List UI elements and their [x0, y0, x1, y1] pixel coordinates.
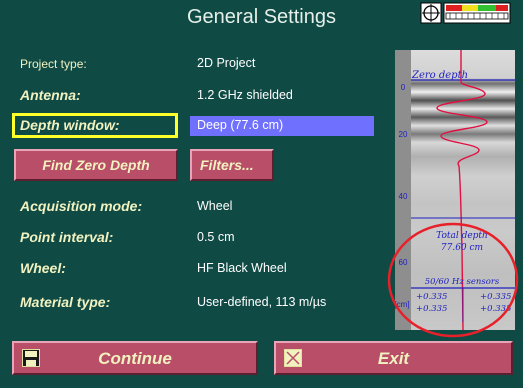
depth-window-value[interactable]: Deep (77.6 cm) [197, 118, 283, 132]
project-type-label: Project type: [20, 57, 87, 71]
continue-button[interactable]: Continue [12, 341, 258, 375]
antenna-value[interactable]: 1.2 GHz shielded [197, 88, 293, 102]
exit-label: Exit [377, 349, 410, 368]
level-meter-icon [443, 2, 511, 24]
axis-tick-20: 20 [398, 130, 408, 139]
highlight-circle [387, 222, 519, 338]
continue-label: Continue [98, 349, 172, 368]
header-status-icons [420, 2, 511, 24]
antenna-label: Antenna: [20, 87, 81, 103]
depth-window-label: Depth window: [20, 117, 120, 133]
filters-button[interactable]: Filters... [190, 149, 274, 181]
point-interval-value[interactable]: 0.5 cm [197, 230, 235, 244]
acquisition-mode-label: Acquisition mode: [20, 198, 143, 214]
find-zero-depth-button[interactable]: Find Zero Depth [14, 149, 178, 181]
axis-tick-40: 40 [398, 192, 408, 201]
acquisition-mode-value[interactable]: Wheel [197, 199, 232, 213]
crosshair-icon [420, 2, 442, 24]
axis-tick-0: 0 [400, 83, 406, 92]
material-type-value[interactable]: User-defined, 113 m/µs [197, 295, 326, 309]
zero-depth-label: Zero depth [412, 70, 469, 81]
material-type-label: Material type: [20, 294, 111, 310]
point-interval-label: Point interval: [20, 229, 114, 245]
wheel-value[interactable]: HF Black Wheel [197, 261, 287, 275]
project-type-value[interactable]: 2D Project [197, 56, 255, 70]
wheel-label: Wheel: [20, 260, 66, 276]
exit-button[interactable]: Exit [274, 341, 513, 375]
